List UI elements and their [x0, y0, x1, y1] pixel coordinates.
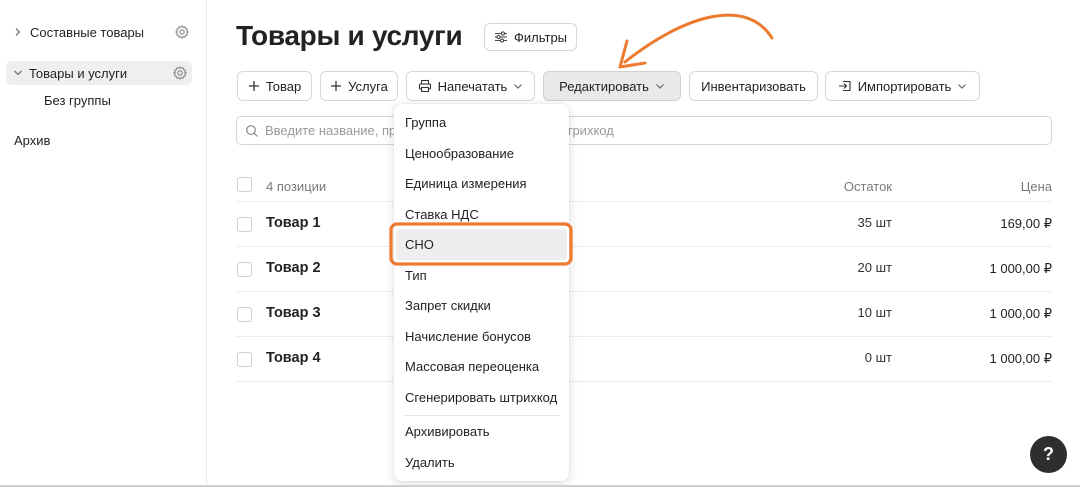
menu-item-bonus[interactable]: Начисление бонусов: [405, 329, 531, 344]
menu-item-type[interactable]: Тип: [405, 268, 427, 283]
import-button[interactable]: Импортировать: [825, 71, 980, 101]
table-row[interactable]: Товар 1 35 шт 169,00 ₽: [236, 202, 1052, 247]
printer-icon: [418, 79, 431, 93]
sidebar-item-label: Архив: [14, 132, 51, 148]
add-service-button[interactable]: Услуга: [320, 71, 398, 101]
menu-item-generate-barcode[interactable]: Сгенерировать штрихкод: [405, 390, 557, 405]
edit-label: Редактировать: [559, 78, 649, 94]
menu-item-tax-system[interactable]: СНО: [405, 237, 434, 252]
menu-item-pricing[interactable]: Ценообразование: [405, 146, 514, 161]
menu-item-delete[interactable]: Удалить: [405, 455, 455, 470]
table-row[interactable]: Товар 4 0 шт 1 000,00 ₽: [236, 337, 1052, 382]
sidebar-item-products[interactable]: Товары и услуги: [6, 61, 192, 85]
table-row[interactable]: Товар 2 20 шт 1 000,00 ₽: [236, 247, 1052, 292]
product-stock: 0 шт: [864, 350, 892, 365]
search-input[interactable]: [265, 123, 1025, 138]
filters-label: Фильтры: [514, 29, 568, 45]
sidebar-item-no-group[interactable]: Без группы: [44, 91, 111, 109]
edit-button[interactable]: Редактировать: [543, 71, 681, 101]
print-label: Напечатать: [437, 78, 508, 94]
filters-icon: [495, 31, 507, 43]
add-service-label: Услуга: [348, 78, 388, 94]
table-row[interactable]: Товар 3 10 шт 1 000,00 ₽: [236, 292, 1052, 337]
menu-item-archive[interactable]: Архивировать: [405, 424, 490, 439]
main-content: Товары и услуги Фильтры Товар Услуга Нап…: [208, 0, 1080, 487]
add-product-label: Товар: [265, 78, 302, 94]
menu-item-discount-ban[interactable]: Запрет скидки: [405, 298, 491, 313]
menu-item-group[interactable]: Группа: [405, 115, 446, 130]
sidebar-item-label: Без группы: [44, 92, 111, 108]
menu-item-unit[interactable]: Единица измерения: [405, 176, 527, 191]
print-button[interactable]: Напечатать: [406, 71, 535, 101]
product-name[interactable]: Товар 2: [266, 260, 321, 276]
row-checkbox[interactable]: [237, 262, 252, 277]
plus-icon: [331, 81, 342, 91]
chevron-down-icon: [10, 65, 26, 81]
sidebar-item-composite[interactable]: Составные товары: [10, 22, 198, 42]
inventory-label: Инвентаризовать: [701, 78, 806, 94]
import-label: Импортировать: [857, 78, 952, 94]
product-name[interactable]: Товар 4: [266, 350, 321, 366]
product-name[interactable]: Товар 3: [266, 305, 321, 321]
chevron-down-icon: [958, 84, 967, 89]
row-checkbox[interactable]: [237, 307, 252, 322]
help-label: ?: [1043, 444, 1054, 464]
chevron-right-icon: [10, 24, 26, 40]
sidebar: Составные товары Товары и услуги Без гру…: [0, 0, 207, 487]
filters-button[interactable]: Фильтры: [484, 23, 577, 51]
product-stock: 10 шт: [857, 305, 892, 320]
help-button[interactable]: ?: [1030, 436, 1067, 473]
sidebar-item-label: Товары и услуги: [29, 65, 128, 81]
row-checkbox[interactable]: [237, 352, 252, 367]
chevron-down-icon: [655, 84, 664, 89]
search-box[interactable]: [236, 116, 1052, 145]
product-price: 1 000,00 ₽: [989, 306, 1053, 321]
product-stock: 20 шт: [857, 260, 892, 275]
product-price: 1 000,00 ₽: [989, 261, 1053, 276]
page-title: Товары и услуги: [236, 20, 463, 51]
select-all-checkbox[interactable]: [237, 177, 252, 192]
sidebar-item-archive[interactable]: Архив: [14, 131, 50, 149]
row-checkbox[interactable]: [237, 217, 252, 232]
chevron-down-icon: [514, 84, 523, 89]
gear-icon[interactable]: [172, 65, 188, 81]
column-price[interactable]: Цена: [1021, 179, 1052, 194]
gear-icon[interactable]: [174, 24, 190, 40]
table-header: 4 позиции Остаток Цена: [236, 172, 1052, 202]
product-name[interactable]: Товар 1: [266, 215, 321, 231]
menu-item-mass-reprice[interactable]: Массовая переоценка: [405, 359, 539, 374]
menu-divider: [404, 415, 559, 416]
plus-icon: [248, 81, 259, 91]
add-product-button[interactable]: Товар: [237, 71, 312, 101]
product-price: 1 000,00 ₽: [989, 351, 1053, 366]
items-count: 4 позиции: [266, 179, 327, 194]
menu-item-vat-rate[interactable]: Ставка НДС: [405, 207, 479, 222]
sidebar-item-label: Составные товары: [30, 24, 145, 40]
search-icon: [246, 124, 258, 137]
edit-dropdown-menu: Группа Ценообразование Единица измерения…: [394, 104, 569, 481]
product-price: 169,00 ₽: [1000, 216, 1052, 231]
import-icon: [838, 80, 851, 92]
inventory-button[interactable]: Инвентаризовать: [689, 71, 818, 101]
column-stock[interactable]: Остаток: [844, 179, 892, 194]
product-stock: 35 шт: [857, 215, 892, 230]
